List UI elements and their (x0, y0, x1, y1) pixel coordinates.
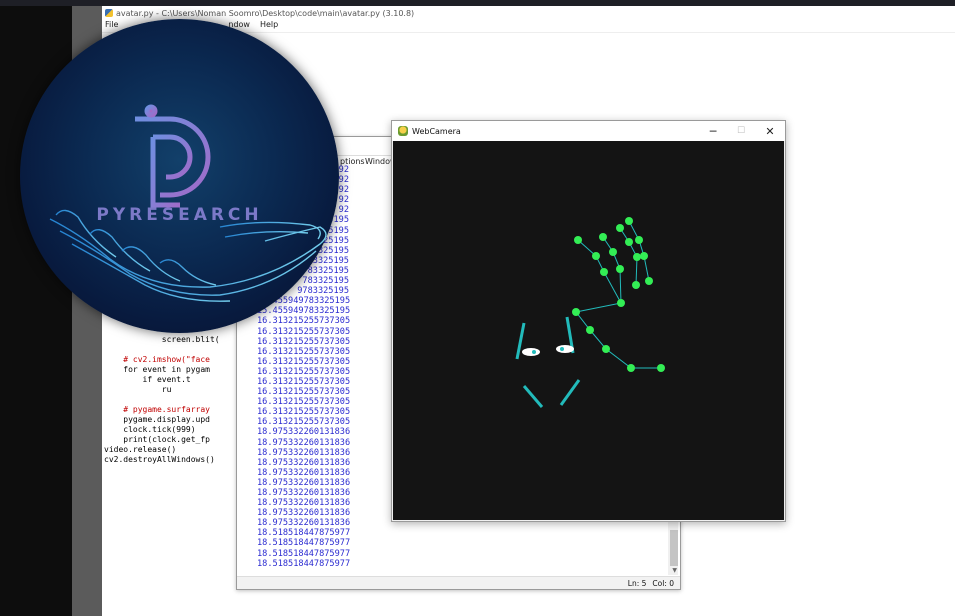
hand-skeleton (575, 220, 661, 369)
p-mark-icon (132, 104, 211, 208)
shell-output-line: 16.313215255737305 (257, 346, 351, 357)
webcam-title: WebCamera (412, 126, 461, 136)
shell-output-line: 18.518518447875977 (257, 558, 351, 569)
shell-output-line: 18.518518447875977 (257, 538, 351, 549)
shell-statusbar: Ln: 5 Col: 0 (237, 576, 680, 589)
close-icon[interactable]: ✕ (755, 121, 785, 141)
shell-output-line: 18.975332260131836 (257, 508, 351, 519)
shell-scroll-thumb[interactable] (670, 530, 678, 566)
code-line: screen.blit( (104, 335, 220, 344)
webcam-window: WebCamera ─ ☐ ✕ (391, 120, 786, 522)
eyes (522, 345, 574, 356)
shell-output-line: 16.313215255737305 (257, 397, 351, 408)
pygame-icon (398, 126, 408, 136)
shell-output-line: 18.975332260131836 (257, 437, 351, 448)
hand-bone-thumb (575, 311, 661, 369)
code-line: # pygame.surfarray (104, 405, 210, 414)
shell-output-line: 18.518518447875977 (257, 528, 351, 539)
joint-point (574, 236, 582, 244)
webcam-titlebar[interactable]: WebCamera ─ ☐ ✕ (392, 121, 785, 141)
joint-point (599, 233, 607, 241)
code-line: cv2.destroyAllWindows() (104, 455, 215, 464)
shell-output-line: 18.975332260131836 (257, 488, 351, 498)
editor-title: avatar.py - C:\Users\Noman Soomro\Deskto… (116, 8, 415, 18)
code-line: clock.tick(999) (104, 425, 196, 434)
status-line: Ln: 5 (627, 578, 647, 588)
shell-output-line: 16.313215255737305 (257, 387, 351, 398)
status-col: Col: 0 (652, 578, 674, 588)
code-line: print(clock.get_fp (104, 435, 210, 444)
shell-output-line: 18.975332260131836 (257, 477, 351, 488)
shell-output-line: 16.313215255737305 (257, 407, 351, 418)
shell-output-line: 16.313215255737305 (257, 356, 351, 367)
code-line: pygame.display.upd (104, 415, 210, 424)
face-outline (515, 316, 581, 408)
avatar-drawing (515, 217, 665, 408)
editor-code[interactable]: screen.blit( # cv2.imshow("face for even… (104, 335, 220, 465)
right-eye (556, 345, 574, 353)
hand-bone-pinky (628, 220, 650, 282)
hand-bone-palm (575, 302, 622, 313)
joint-point (625, 238, 633, 246)
left-eye (522, 348, 540, 356)
face-left-jaw-line (522, 385, 544, 408)
shell-output-line: 16.313215255737305 (257, 376, 351, 387)
shell-output-line: 16.313215255737305 (257, 336, 351, 347)
joint-point (645, 277, 653, 285)
hand-joints (572, 217, 665, 372)
maximize-icon[interactable]: ☐ (726, 121, 756, 141)
shell-output-line: 18.975332260131836 (257, 518, 351, 529)
code-line: video.release() (104, 445, 177, 454)
joint-point (609, 248, 617, 256)
pyresearch-logo: PYRESEARCH (20, 19, 339, 333)
joint-point (572, 308, 580, 316)
joint-point (633, 253, 641, 261)
logo-graphic (49, 104, 327, 302)
joint-point (616, 224, 624, 232)
face-right-jaw-line (559, 379, 581, 406)
joint-point (640, 252, 648, 260)
joint-point (635, 236, 643, 244)
joint-point (657, 364, 665, 372)
shell-output-line: 16.313215255737305 (257, 366, 351, 377)
joint-point (586, 326, 594, 334)
code-line: if event.t (104, 375, 191, 384)
editor-titlebar: avatar.py - C:\Users\Noman Soomro\Deskto… (102, 6, 955, 20)
joint-point (600, 268, 608, 276)
webcam-canvas (393, 141, 784, 520)
shell-output-line: 18.518518447875977 (257, 548, 351, 559)
joint-point (627, 364, 635, 372)
code-line: for event in pygam (104, 365, 210, 374)
python-icon (105, 9, 113, 17)
joint-point (617, 299, 625, 307)
right-pupil (560, 347, 564, 351)
shell-output-line: 18.975332260131836 (257, 447, 351, 458)
shell-output-line: 18.975332260131836 (257, 457, 351, 468)
shell-output-line: 18.975332260131836 (257, 498, 351, 509)
joint-point (616, 265, 624, 273)
scroll-down-arrow-icon[interactable]: ▼ (672, 567, 677, 574)
joint-point (625, 217, 633, 225)
left-pupil (532, 350, 536, 354)
joint-point (602, 345, 610, 353)
logo-text: PYRESEARCH (96, 205, 263, 225)
shell-output-line: 16.313215255737305 (257, 417, 351, 428)
joint-point (632, 281, 640, 289)
minimize-icon[interactable]: ─ (698, 121, 728, 141)
joint-point (592, 252, 600, 260)
shell-output-line: 18.975332260131836 (257, 427, 351, 438)
shell-output-line: 18.975332260131836 (257, 467, 351, 478)
code-line: ru (104, 385, 172, 394)
code-line: # cv2.imshow("face (104, 355, 210, 364)
